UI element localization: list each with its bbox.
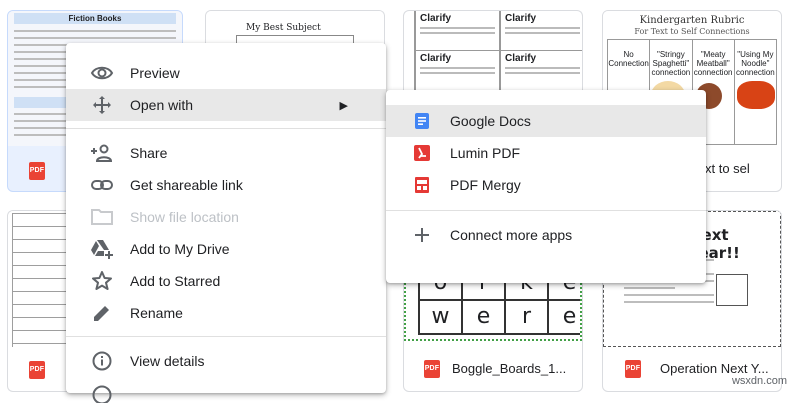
submenu-item-google-docs[interactable]: Google Docs xyxy=(386,105,706,137)
menu-item-label: View details xyxy=(130,353,205,369)
boggle-letter: e xyxy=(461,299,506,335)
pdf-file-icon: PDF xyxy=(424,360,440,378)
file-thumbnail xyxy=(8,211,67,347)
file-card-clarify[interactable]: Clarify Clarify Clarify Clarify xyxy=(403,10,583,90)
thumbnail-title: Kindergarten Rubric xyxy=(639,15,745,26)
menu-item-label: Add to Starred xyxy=(130,273,221,289)
open-with-submenu: Google Docs Lumin PDF PDF Mergy Connect … xyxy=(386,90,706,283)
thumbnail-subtitle: For Text to Self Connections xyxy=(634,27,750,36)
menu-item-label: Share xyxy=(130,145,168,161)
pdf-file-icon: PDF xyxy=(625,360,641,378)
boggle-letter: e xyxy=(547,299,580,335)
menu-divider xyxy=(66,336,386,337)
google-docs-icon xyxy=(413,112,431,130)
menu-item-rename[interactable]: Rename xyxy=(66,297,386,329)
submenu-item-label: PDF Mergy xyxy=(450,177,521,193)
menu-item-get-shareable-link[interactable]: Get shareable link xyxy=(66,169,386,201)
chevron-right-icon: ▶ xyxy=(339,99,348,112)
boggle-letter: w xyxy=(418,299,463,335)
file-name: Boggle_Boards_1... xyxy=(452,361,567,376)
menu-item-add-to-starred[interactable]: Add to Starred xyxy=(66,265,386,297)
submenu-divider xyxy=(386,210,706,211)
submenu-item-label: Google Docs xyxy=(450,113,531,129)
lumin-pdf-icon xyxy=(413,144,431,162)
menu-item-label: Add to My Drive xyxy=(130,241,230,257)
eye-icon xyxy=(90,63,114,83)
menu-item-share[interactable]: Share xyxy=(66,137,386,169)
context-menu: Preview Open with ▶ Share Get shareable … xyxy=(66,43,386,405)
manage-versions-icon xyxy=(90,383,114,405)
menu-item-preview[interactable]: Preview xyxy=(66,57,386,89)
menu-item-partial[interactable] xyxy=(66,377,386,409)
pencil-icon xyxy=(90,303,114,323)
pdf-file-icon: PDF xyxy=(29,361,45,379)
menu-item-label: Open with xyxy=(130,97,194,113)
menu-item-label: Show file location xyxy=(130,209,239,225)
file-thumbnail: Clarify Clarify Clarify Clarify xyxy=(414,11,582,90)
file-name: xt to sel xyxy=(705,161,750,176)
submenu-item-pdf-mergy[interactable]: PDF Mergy xyxy=(386,169,706,201)
menu-item-view-details[interactable]: View details xyxy=(66,345,386,377)
move-arrows-icon xyxy=(90,95,114,115)
boggle-letter: r xyxy=(504,299,549,335)
pdf-mergy-icon xyxy=(413,176,431,194)
submenu-item-lumin-pdf[interactable]: Lumin PDF xyxy=(386,137,706,169)
thumbnail-title: Fiction Books xyxy=(14,13,176,24)
file-card-word-list[interactable]: PDF xyxy=(7,210,67,392)
person-add-icon xyxy=(90,143,114,163)
watermark: wsxdn.com xyxy=(731,375,787,387)
menu-item-add-to-my-drive[interactable]: Add to My Drive xyxy=(66,233,386,265)
star-outline-icon xyxy=(90,271,114,291)
file-name: Operation Next Y... xyxy=(660,361,769,376)
menu-item-label: Get shareable link xyxy=(130,177,243,193)
plus-icon xyxy=(413,226,431,244)
menu-item-show-file-location: Show file location xyxy=(66,201,386,233)
submenu-item-label: Lumin PDF xyxy=(450,145,521,161)
menu-item-label: Preview xyxy=(130,65,180,81)
link-icon xyxy=(90,175,114,195)
folder-icon xyxy=(90,207,114,227)
thumbnail-title: My Best Subject xyxy=(246,23,321,33)
menu-item-open-with[interactable]: Open with ▶ xyxy=(66,89,386,121)
submenu-item-label: Connect more apps xyxy=(450,227,573,243)
submenu-item-connect-more-apps[interactable]: Connect more apps xyxy=(386,219,706,251)
menu-divider xyxy=(66,128,386,129)
menu-item-label: Rename xyxy=(130,305,183,321)
info-icon xyxy=(90,351,114,371)
pdf-file-icon: PDF xyxy=(29,162,45,180)
drive-add-icon xyxy=(90,239,114,259)
